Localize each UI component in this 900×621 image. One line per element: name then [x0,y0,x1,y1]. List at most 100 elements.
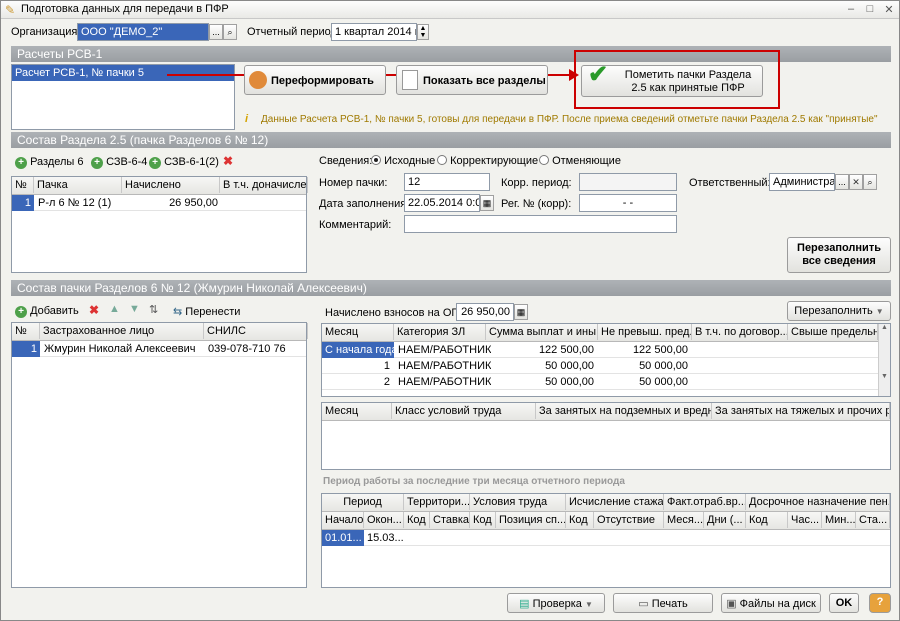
otv-label: Ответственный: [689,177,771,189]
korr-field[interactable] [579,173,677,191]
chevron-down-icon: ▼ [584,600,593,609]
files-button[interactable]: ▣ Файлы на диск [721,593,821,613]
packs-header: № Пачка Начислено В т.ч. доначислено [12,177,308,195]
table-row[interactable]: 01.01... 15.03... [322,530,890,546]
korr-label: Корр. период: [501,177,572,189]
col-accrued: Начислено [122,177,220,193]
table-row[interactable]: 2 НАЕМ/РАБОТНИК 50 000,00 50 000,00 [322,374,890,390]
period-title: Период работы за последние три месяца от… [323,476,625,487]
work-period-groups: Период Территори... Условия труда Исчисл… [322,494,890,512]
otv-field[interactable]: Администрат [769,173,835,191]
col-person: Застрахованное лицо [40,323,204,339]
conditions-header: Месяц Класс условий труда За занятых на … [322,403,890,421]
add-button[interactable]: + Добавить [15,305,79,318]
print-button[interactable]: ▭ Печать [613,593,713,613]
date-field[interactable]: 22.05.2014 0:0 [404,194,480,212]
table-row[interactable]: 1 Р-л 6 № 12 (1) 26 950,00 [12,195,306,211]
szv64-button[interactable]: + СЗВ-6-4 [91,156,147,169]
org-select-button[interactable]: ... [209,24,223,40]
title-bar: ✎ Подготовка данных для передачи в ПФР –… [1,1,899,19]
rsv-list-item[interactable]: Расчет РСВ-1, № пачки 5 [12,65,234,81]
calculator-icon[interactable]: ▦ [514,304,528,320]
maximize-button[interactable]: □ [862,3,878,17]
reform-button[interactable]: Переформировать [244,65,386,95]
col-pack: Пачка [34,177,122,193]
refill-button[interactable]: Перезаполнить ▼ [787,301,891,321]
app-icon: ✎ [5,3,16,17]
arrow-up-icon[interactable]: ▲ [109,303,120,315]
col-snils: СНИЛС [204,323,308,339]
check-button[interactable]: ▤ Проверка ▼ [507,593,605,613]
col-extra: В т.ч. доначислено [220,177,308,193]
scrollbar[interactable]: ▲ ▼ [878,324,890,396]
plus-icon: + [149,157,161,169]
col-no: № [12,177,34,193]
period-spinner[interactable]: ▲ ▼ [417,24,429,40]
table-row[interactable]: С начала года НАЕМ/РАБОТНИК 122 500,00 1… [322,342,890,358]
nomer-label: Номер пачки: [319,177,388,189]
persons-header: № Застрахованное лицо СНИЛС [12,323,308,341]
help-icon[interactable]: ? [869,593,891,613]
chevron-down-icon: ▼ [875,307,884,316]
close-button[interactable]: ✕ [881,3,897,17]
sort-icon[interactable]: ⇅ [149,303,158,316]
period-field[interactable]: 1 квартал 2014 г. [331,23,417,41]
reg-label: Рег. № (корр): [501,198,572,210]
arrow-down-icon[interactable]: ▼ [129,303,140,315]
people-icon [249,71,267,89]
nomer-field[interactable]: 12 [404,173,490,191]
search-icon[interactable]: ⌕ [223,24,237,40]
szv61-button[interactable]: + СЗВ-6-1(2) [149,156,219,169]
comment-field[interactable] [404,215,677,233]
plus-icon: + [15,157,27,169]
disk-icon: ▣ [726,598,737,610]
delete-icon[interactable]: ✖ [223,154,233,168]
conditions-table: Месяц Класс условий труда За занятых на … [321,402,891,470]
svedenia-label: Сведения: [319,155,373,167]
table-row[interactable]: 1 Жмурин Николай Алексеевич 039-078-710 … [12,341,306,357]
org-field[interactable]: ООО "ДЕМО_2" [77,23,209,41]
mark-accepted-button[interactable]: ✔ Пометить пачки Раздела 2.5 как приняты… [581,61,763,97]
move-icon: ⇆ [173,306,183,318]
search-icon[interactable]: ⌕ [863,174,877,190]
window-title: Подготовка данных для передачи в ПФР [21,3,229,15]
col-no: № [12,323,40,339]
radio-initial[interactable]: Исходные [371,155,435,167]
ops-label: Начислено взносов на ОПС: [325,307,471,319]
work-period-table: Период Территори... Условия труда Исчисл… [321,493,891,588]
data-label: Дата заполнения: [319,198,410,210]
delete-icon[interactable]: ✖ [89,303,99,317]
s6-section-header: Состав пачки Разделов 6 № 12 (Жмурин Ник… [11,280,891,296]
info-text: Данные Расчета РСВ-1, № пачки 5, готовы … [261,114,878,125]
plus-icon: + [91,157,103,169]
table-row[interactable]: 1 НАЕМ/РАБОТНИК 50 000,00 50 000,00 [322,358,890,374]
period-label: Отчетный период: [247,26,340,38]
otv-select-button[interactable]: ... [835,174,849,190]
calendar-icon[interactable]: ▦ [480,195,494,211]
plus-icon: + [15,306,27,318]
reg-field[interactable]: - - [579,194,677,212]
document-icon [402,70,418,90]
razd6-button[interactable]: + Разделы 6 [15,156,84,169]
refill-all-button[interactable]: Перезаполнить все сведения [787,237,891,273]
work-period-header: Начало Окон... Код Ставка Код Позиция сп… [322,512,890,530]
show-sections-button[interactable]: Показать все разделы [396,65,548,95]
info-icon: i [245,113,249,125]
clear-icon[interactable]: ✕ [849,174,863,190]
org-label: Организация: [11,26,81,38]
minimize-button[interactable]: – [843,3,859,17]
checkmark-icon: ✔ [588,61,609,88]
check-doc-icon: ▤ [519,598,530,610]
packs-table: № Пачка Начислено В т.ч. доначислено 1 Р… [11,176,308,273]
comment-label: Комментарий: [319,219,392,231]
move-button[interactable]: ⇆ Перенести [173,305,240,318]
payments-table: Месяц Категория ЗЛ Сумма выплат и ины...… [321,323,891,397]
persons-table: № Застрахованное лицо СНИЛС 1 Жмурин Ник… [11,322,308,588]
main-window: ✎ Подготовка данных для передачи в ПФР –… [0,0,900,621]
payments-header: Месяц Категория ЗЛ Сумма выплат и ины...… [322,324,890,342]
radio-corrective[interactable]: Корректирующие [437,155,538,167]
radio-cancel[interactable]: Отменяющие [539,155,621,167]
printer-icon: ▭ [638,598,649,610]
ops-field[interactable]: 26 950,00 [456,303,514,321]
ok-button[interactable]: OK [829,593,859,613]
